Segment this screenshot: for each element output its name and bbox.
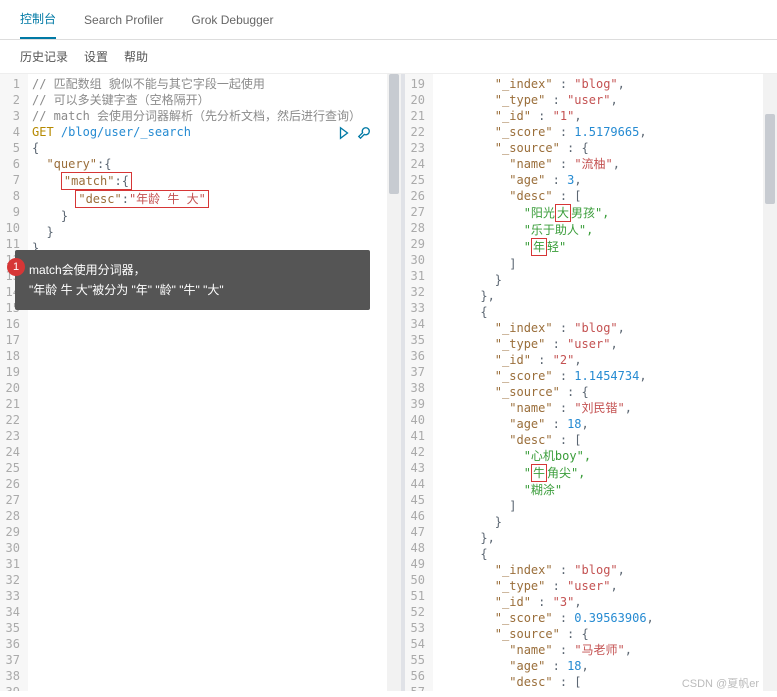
code-line: ]	[437, 256, 773, 272]
code-line	[32, 528, 397, 544]
code-line: ]	[437, 498, 773, 514]
tabs-bar: 控制台 Search Profiler Grok Debugger	[0, 0, 777, 40]
code-line: "desc" : [	[437, 432, 773, 448]
code-line	[32, 320, 397, 336]
code-line: "name" : "马老师",	[437, 642, 773, 658]
code-line: "name" : "流柚",	[437, 156, 773, 172]
code-line	[32, 400, 397, 416]
code-line	[32, 448, 397, 464]
code-line: "_score" : 1.5179665,	[437, 124, 773, 140]
request-editor-pane: 1234567891011121314151617181920212223242…	[0, 74, 405, 691]
code-line	[32, 352, 397, 368]
code-line	[32, 336, 397, 352]
code-line	[32, 464, 397, 480]
code-line	[32, 656, 397, 672]
code-line: "糊涂"	[437, 482, 773, 498]
code-line: }	[437, 272, 773, 288]
code-line: // match 会使用分词器解析（先分析文档，然后进行查询）	[32, 108, 397, 124]
tooltip: 1 match会使用分词器， "年龄 牛 大"被分为 "年" "龄" "牛" "…	[15, 250, 370, 310]
code-line: "_index" : "blog",	[437, 562, 773, 578]
code-line: "_source" : {	[437, 140, 773, 156]
code-line: // 匹配数组 貌似不能与其它字段一起使用	[32, 76, 397, 92]
code-line: "_type" : "user",	[437, 92, 773, 108]
code-line: },	[437, 288, 773, 304]
code-line: "age" : 18,	[437, 416, 773, 432]
code-line	[32, 576, 397, 592]
code-line	[32, 688, 397, 691]
code-line: "_score" : 0.39563906,	[437, 610, 773, 626]
code-line: {	[437, 304, 773, 320]
code-line: "_type" : "user",	[437, 336, 773, 352]
code-line: "_score" : 1.1454734,	[437, 368, 773, 384]
code-line: "_index" : "blog",	[437, 320, 773, 336]
code-line: {	[437, 546, 773, 562]
code-line: }	[437, 514, 773, 530]
subnav-history[interactable]: 历史记录	[20, 48, 68, 65]
code-line	[32, 480, 397, 496]
code-line: },	[437, 530, 773, 546]
tooltip-line2: "年龄 牛 大"被分为 "年" "龄" "牛" "大"	[29, 280, 356, 300]
code-line: "牛角尖",	[437, 464, 773, 482]
code-line: "match":{	[32, 172, 397, 190]
code-line: "心机boy",	[437, 448, 773, 464]
code-line: "desc":"年龄 牛 大"	[32, 190, 397, 208]
code-line: }	[32, 208, 397, 224]
code-line: "desc" : [	[437, 188, 773, 204]
code-line: "_id" : "2",	[437, 352, 773, 368]
code-line: "_id" : "1",	[437, 108, 773, 124]
code-line: "年轻"	[437, 238, 773, 256]
code-line: "query":{	[32, 156, 397, 172]
watermark: CSDN @夏帆er	[682, 675, 759, 691]
tab-grok-debugger[interactable]: Grok Debugger	[191, 3, 273, 37]
response-viewer[interactable]: 1920212223242526272829303132333435363738…	[405, 74, 777, 691]
tooltip-badge: 1	[7, 258, 25, 276]
request-editor[interactable]: 1234567891011121314151617181920212223242…	[0, 74, 401, 691]
left-scrollbar[interactable]	[387, 74, 401, 691]
tab-console[interactable]: 控制台	[20, 0, 56, 39]
code-line	[32, 592, 397, 608]
code-line	[32, 608, 397, 624]
tab-search-profiler[interactable]: Search Profiler	[84, 3, 163, 37]
run-actions	[337, 126, 371, 144]
code-line: "阳光大男孩",	[437, 204, 773, 222]
code-line: "_source" : {	[437, 384, 773, 400]
code-line	[32, 544, 397, 560]
code-line	[32, 640, 397, 656]
code-line	[32, 672, 397, 688]
code-line	[32, 416, 397, 432]
subnav-settings[interactable]: 设置	[84, 48, 108, 65]
subnav-help[interactable]: 帮助	[124, 48, 148, 65]
code-line: "_source" : {	[437, 626, 773, 642]
code-line: "_index" : "blog",	[437, 76, 773, 92]
wrench-icon[interactable]	[357, 126, 371, 144]
code-line	[32, 512, 397, 528]
right-scrollbar[interactable]	[763, 74, 777, 691]
code-line: "乐于助人",	[437, 222, 773, 238]
code-line	[32, 496, 397, 512]
code-line: "age" : 18,	[437, 658, 773, 674]
tooltip-line1: match会使用分词器，	[29, 260, 356, 280]
response-pane: 1920212223242526272829303132333435363738…	[405, 74, 777, 691]
code-line	[32, 560, 397, 576]
code-line	[32, 624, 397, 640]
code-line: "age" : 3,	[437, 172, 773, 188]
code-line: "name" : "刘民锴",	[437, 400, 773, 416]
subnav: 历史记录 设置 帮助	[0, 40, 777, 74]
code-line: "_type" : "user",	[437, 578, 773, 594]
code-line: // 可以多关键字查（空格隔开）	[32, 92, 397, 108]
play-icon[interactable]	[337, 126, 351, 144]
code-line: "_id" : "3",	[437, 594, 773, 610]
code-line	[32, 368, 397, 384]
code-line: }	[32, 224, 397, 240]
code-line	[32, 384, 397, 400]
code-line	[32, 432, 397, 448]
